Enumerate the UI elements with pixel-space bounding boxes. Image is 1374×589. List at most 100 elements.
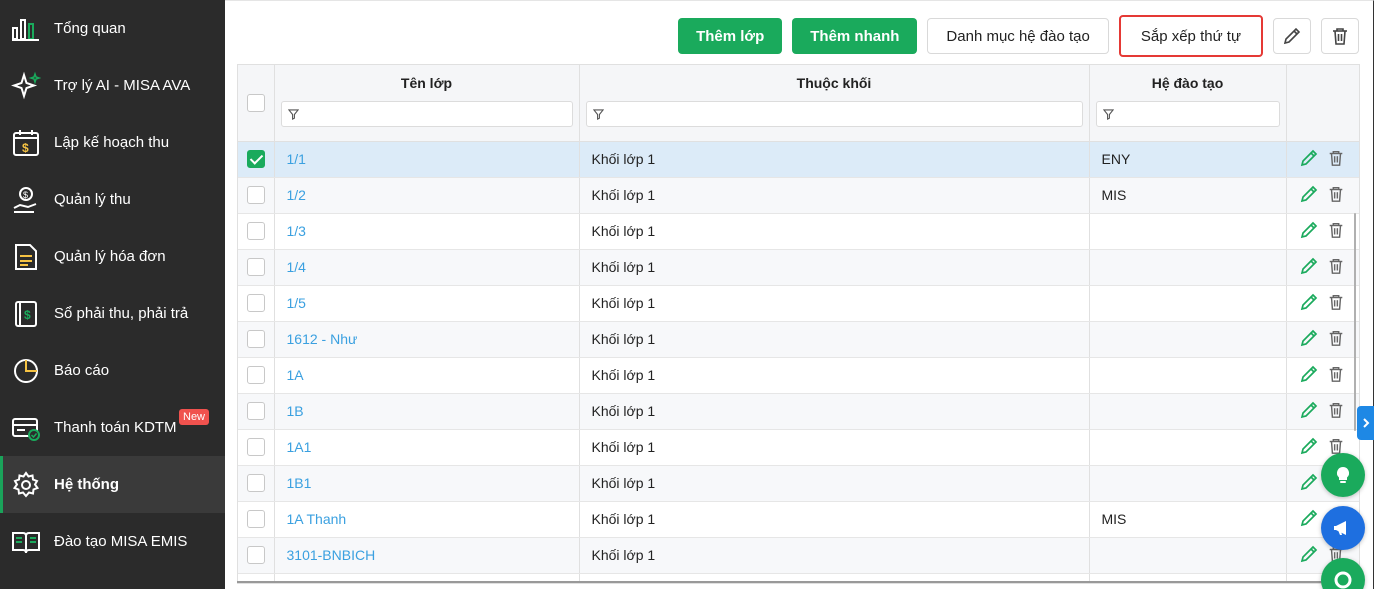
delete-button[interactable] (1321, 18, 1359, 54)
row-checkbox[interactable] (246, 474, 265, 493)
row-checkbox[interactable] (246, 330, 265, 349)
sidebar-item-label: Hệ thống (54, 476, 119, 493)
class-name-link[interactable]: 1/4 (274, 249, 580, 286)
quick-add-button[interactable]: Thêm nhanh (792, 18, 918, 54)
row-edit-button[interactable] (1299, 220, 1319, 243)
row-edit-button[interactable] (1299, 292, 1319, 315)
sidebar-item-label: Trợ lý AI - MISA AVA (54, 77, 191, 94)
table-row[interactable]: 1/4 Khối lớp 1 (238, 249, 1359, 286)
class-name-link[interactable]: 1/3 (274, 213, 580, 250)
table-row[interactable]: 1A1 Khối lớp 1 (238, 429, 1359, 466)
sidebar-item-quan-ly-thu[interactable]: $ Quản lý thu (0, 171, 225, 228)
add-class-button[interactable]: Thêm lớp (678, 18, 783, 54)
trash-icon (1329, 438, 1342, 454)
row-edit-button[interactable] (1299, 328, 1319, 351)
row-delete-button[interactable] (1327, 401, 1345, 422)
row-checkbox[interactable] (246, 258, 265, 277)
sidebar-item-tong-quan[interactable]: Tổng quan (0, 0, 225, 57)
chevron-right-icon (1362, 418, 1369, 428)
class-name-link[interactable]: 1B1 (274, 465, 580, 502)
row-checkbox[interactable] (246, 402, 265, 421)
row-checkbox[interactable] (246, 150, 265, 169)
table-row[interactable]: 1/5 Khối lớp 1 (238, 285, 1359, 322)
vertical-scrollbar[interactable] (1354, 213, 1356, 431)
row-delete-button[interactable] (1327, 257, 1345, 278)
class-name-link[interactable]: 1A Thanh (274, 501, 580, 538)
row-edit-button[interactable] (1299, 472, 1319, 495)
class-name-link[interactable]: 1/2 (274, 177, 580, 214)
row-edit-button[interactable] (1299, 400, 1319, 423)
table-row[interactable]: 1B1 Khối lớp 1 (238, 465, 1359, 502)
row-edit-button[interactable] (1299, 256, 1319, 279)
table-row[interactable]: 1/3 Khối lớp 1 (238, 213, 1359, 250)
sidebar-item-lap-ke-hoach-thu[interactable]: $ Lập kế hoạch thu (0, 114, 225, 171)
sidebar-item-ai-assistant[interactable]: Trợ lý AI - MISA AVA (0, 57, 225, 114)
trash-icon (1329, 402, 1342, 418)
column-title: Tên lớp (400, 75, 453, 91)
row-checkbox[interactable] (246, 366, 265, 385)
class-name-link[interactable]: 1/1 (274, 141, 580, 178)
table-row[interactable]: 1B Khối lớp 1 (238, 393, 1359, 430)
row-delete-button[interactable] (1327, 149, 1345, 170)
pie-chart-icon (10, 355, 42, 387)
training-catalog-button[interactable]: Danh mục hệ đào tạo (927, 18, 1109, 54)
sort-order-button[interactable]: Sắp xếp thứ tự (1118, 15, 1263, 57)
table-row[interactable]: 1612 - Như Khối lớp 1 (238, 321, 1359, 358)
grade-cell: Khối lớp 1 (579, 177, 1090, 214)
row-edit-button[interactable] (1299, 364, 1319, 387)
row-delete-button[interactable] (1327, 221, 1345, 242)
row-checkbox[interactable] (246, 222, 265, 241)
table-row[interactable]: 1A Khối lớp 1 (238, 357, 1359, 394)
class-name-link[interactable]: 1B (274, 393, 580, 430)
expand-panel-tab[interactable] (1357, 406, 1374, 440)
row-delete-button[interactable] (1327, 293, 1345, 314)
row-edit-button[interactable] (1299, 544, 1319, 567)
sidebar-item-thanh-toan-kdtm[interactable]: Thanh toán KDTM New (0, 399, 225, 456)
sidebar-item-quan-ly-hoa-don[interactable]: Quản lý hóa đơn (0, 228, 225, 285)
table-row[interactable]: 1/1 Khối lớp 1 ENY (238, 141, 1359, 178)
book-icon (10, 526, 42, 558)
select-all-checkbox[interactable] (246, 93, 265, 112)
class-name-link[interactable]: 1612 - Như (274, 321, 580, 358)
table-row[interactable]: 1A Thanh Khối lớp 1 MIS (238, 501, 1359, 538)
row-delete-button[interactable] (1327, 185, 1345, 206)
class-name-link[interactable]: 1/5 (274, 285, 580, 322)
row-edit-button[interactable] (1299, 508, 1319, 531)
row-checkbox[interactable] (246, 546, 265, 565)
column-header-actions (1286, 65, 1359, 142)
table-row[interactable]: 3101-BNBICH Khối lớp 1 (238, 537, 1359, 574)
trash-icon (1329, 186, 1342, 202)
training-system-cell (1089, 321, 1287, 358)
row-edit-button[interactable] (1299, 184, 1319, 207)
row-edit-button[interactable] (1299, 148, 1319, 171)
pencil-icon (1300, 401, 1317, 418)
sidebar-item-dao-tao-misa-emis[interactable]: Đào tạo MISA EMIS (0, 513, 225, 570)
class-name-link[interactable]: 1A1 (274, 429, 580, 466)
filter-input-he-dao-tao[interactable] (1095, 101, 1280, 127)
card-check-icon (10, 412, 42, 444)
row-checkbox[interactable] (246, 438, 265, 457)
edit-button[interactable] (1273, 18, 1311, 54)
filter-icon (592, 108, 604, 120)
sidebar-item-bao-cao[interactable]: Báo cáo (0, 342, 225, 399)
row-delete-button[interactable] (1327, 329, 1345, 350)
row-checkbox-cell (238, 429, 275, 466)
sidebar-item-he-thong[interactable]: Hệ thống (0, 456, 225, 513)
filter-input-ten-lop[interactable] (280, 101, 573, 127)
megaphone-icon (1334, 521, 1346, 535)
pencil-icon (1300, 545, 1317, 562)
row-checkbox[interactable] (246, 186, 265, 205)
table-row[interactable]: 1/2 Khối lớp 1 MIS (238, 177, 1359, 214)
class-name-link[interactable]: 1A (274, 357, 580, 394)
sidebar-item-so-phai-thu-phai-tra[interactable]: $ Sổ phải thu, phải trả (0, 285, 225, 342)
calendar-money-icon: $ (10, 127, 42, 159)
idea-button[interactable] (1321, 453, 1365, 497)
filter-input-thuoc-khoi[interactable] (585, 101, 1083, 127)
announcement-button[interactable] (1321, 506, 1365, 550)
row-delete-button[interactable] (1327, 365, 1345, 386)
row-checkbox[interactable] (246, 294, 265, 313)
row-edit-button[interactable] (1299, 436, 1319, 459)
horizontal-scrollbar[interactable] (237, 581, 1357, 583)
row-checkbox[interactable] (246, 510, 265, 529)
class-name-link[interactable]: 3101-BNBICH (274, 537, 580, 574)
